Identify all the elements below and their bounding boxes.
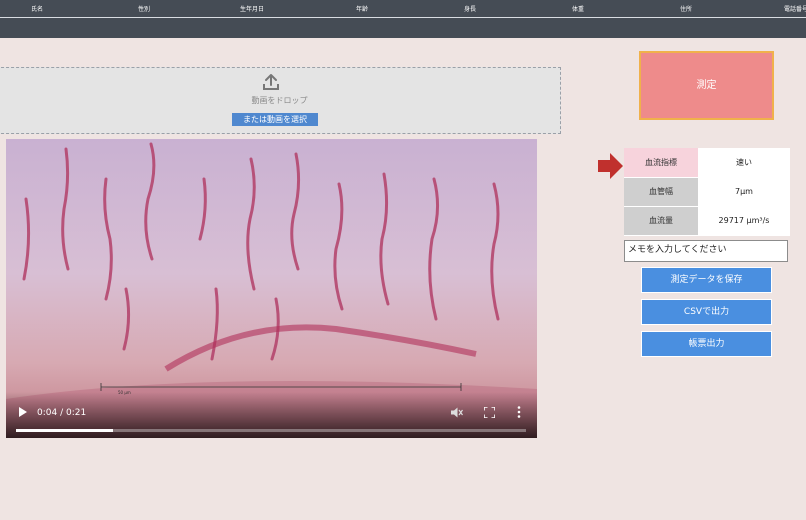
result-value: 速い xyxy=(698,148,790,178)
header-col-birthdate: 生年月日 xyxy=(240,6,265,13)
result-label: 血流量 xyxy=(624,206,698,236)
csv-export-button[interactable]: CSVで出力 xyxy=(641,299,772,325)
results-table: 血流指標 速い 血管幅 7μm 血流量 29717 μm³/s xyxy=(624,148,790,236)
volume-icon[interactable] xyxy=(451,407,463,418)
video-controls: 0:04 / 0:21 xyxy=(6,392,537,438)
result-label: 血流指標 xyxy=(624,148,698,178)
dropzone-label: 動画をドロップ xyxy=(251,96,308,105)
header-col-gender: 性別 xyxy=(138,6,151,13)
play-icon[interactable] xyxy=(18,407,28,417)
result-row-flow-index: 血流指標 速い xyxy=(624,148,790,178)
header-col-address: 住所 xyxy=(680,6,693,13)
video-progress-track[interactable] xyxy=(16,429,526,432)
result-row-flow-volume: 血流量 29717 μm³/s xyxy=(624,206,790,236)
arrow-right-icon xyxy=(598,153,623,179)
header-col-weight: 体重 xyxy=(572,6,585,13)
video-progress-fill xyxy=(16,429,113,432)
video-dropzone[interactable]: 動画をドロップ または動画を選択 xyxy=(0,67,561,134)
header-col-phone: 電話番号 xyxy=(784,6,806,13)
header-col-name: 氏名 xyxy=(31,6,44,13)
more-options-icon[interactable] xyxy=(516,406,522,418)
result-value: 29717 μm³/s xyxy=(698,206,790,236)
memo-input[interactable] xyxy=(624,240,788,262)
save-data-button[interactable]: 測定データを保存 xyxy=(641,267,772,293)
result-row-vessel-width: 血管幅 7μm xyxy=(624,177,790,207)
header-col-age: 年齢 xyxy=(356,6,369,13)
upload-icon xyxy=(263,74,279,90)
fullscreen-icon[interactable] xyxy=(484,407,495,418)
result-label: 血管幅 xyxy=(624,177,698,207)
select-video-button[interactable]: または動画を選択 xyxy=(232,113,318,126)
measure-button[interactable]: 測定 xyxy=(639,51,774,120)
video-time: 0:04 / 0:21 xyxy=(37,408,87,418)
result-value: 7μm xyxy=(698,177,790,207)
header-divider xyxy=(0,17,806,18)
patient-header: 氏名 性別 生年月日 年齢 身長 体重 住所 電話番号 xyxy=(0,0,806,38)
video-player[interactable]: 50 μm 0:04 / 0:21 xyxy=(6,139,537,438)
header-col-height: 身長 xyxy=(464,6,477,13)
report-output-button[interactable]: 帳票出力 xyxy=(641,331,772,357)
